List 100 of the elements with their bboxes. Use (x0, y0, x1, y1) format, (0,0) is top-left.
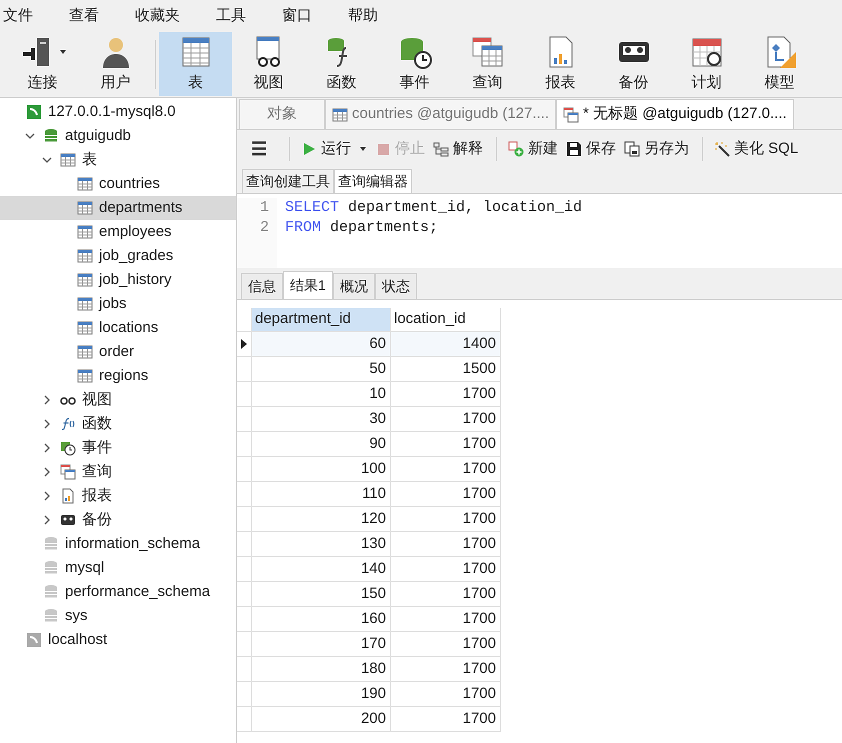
chevron-right-icon[interactable] (42, 419, 52, 429)
tree-item-label: performance_schema (65, 582, 210, 602)
toolbar-button[interactable]: 事件 (378, 32, 451, 96)
chevron-down-icon[interactable] (42, 155, 52, 165)
menu-item[interactable]: 收藏夹 (125, 4, 190, 28)
tree-item[interactable]: sys (0, 604, 236, 628)
row-header[interactable] (237, 332, 252, 357)
tree-item[interactable]: order (0, 340, 236, 364)
result-tab[interactable]: 概况 (332, 273, 375, 299)
tree-item[interactable]: localhost (0, 628, 236, 652)
code-line: SELECT department_id, location_id (285, 198, 582, 218)
tree-item[interactable]: 报表 (0, 484, 236, 508)
table-icon (77, 320, 93, 336)
tree-item-label: 视图 (82, 390, 112, 410)
document-tab[interactable]: 对象 (239, 99, 325, 129)
toolbar-button[interactable]: 另存为 (621, 138, 692, 160)
toolbar-button[interactable]: 视图 (232, 32, 305, 96)
caret-icon[interactable] (58, 48, 66, 55)
result-tab[interactable]: 信息 (241, 273, 283, 299)
chevron-down-icon[interactable] (25, 131, 35, 141)
chevron-right-icon[interactable] (42, 491, 52, 501)
tree-item[interactable]: 查询 (0, 460, 236, 484)
menu-item[interactable]: 查看 (59, 4, 109, 28)
chevron-right-icon[interactable] (42, 443, 52, 453)
toolbar-button[interactable]: 解释 (430, 138, 486, 160)
toolbar-button[interactable]: 计划 (670, 32, 743, 96)
table-cell: 100 (252, 457, 391, 482)
tree-item-label: 表 (82, 150, 97, 170)
tree-item[interactable]: 备份 (0, 508, 236, 532)
chevron-right-icon[interactable] (42, 395, 52, 405)
tree-item-label: order (99, 342, 134, 362)
table-cell: 1700 (391, 507, 501, 532)
tree-item[interactable]: countries (0, 172, 236, 196)
tree-item-label: localhost (48, 630, 108, 650)
result-tab[interactable]: 结果1 (283, 271, 333, 299)
table-icon (77, 248, 93, 264)
menu-item[interactable]: 帮助 (338, 4, 388, 28)
tree-item-label: locations (99, 318, 158, 338)
tree-item[interactable]: locations (0, 316, 236, 340)
tree-item[interactable]: 视图 (0, 388, 236, 412)
tree-item[interactable]: atguigudb (0, 124, 236, 148)
menu-button[interactable]: ☰ (237, 136, 281, 162)
document-tab[interactable]: * 无标题 @atguigudb (127.0.... (556, 99, 794, 129)
menu-item[interactable]: 文件 (0, 4, 43, 28)
table-icon (77, 344, 93, 360)
table-cell: 60 (252, 332, 391, 357)
tree-item[interactable]: 函数 (0, 412, 236, 436)
editor-tab[interactable]: 查询编辑器 (334, 169, 412, 193)
toolbar-button[interactable]: 连接 (6, 32, 79, 96)
save-as-icon (624, 141, 640, 157)
toolbar-button[interactable]: 模型 (743, 32, 816, 96)
tree-item-label: jobs (99, 294, 127, 314)
chevron-right-icon[interactable] (42, 467, 52, 477)
tree-item[interactable]: employees (0, 220, 236, 244)
toolbar-button[interactable]: 用户 (79, 32, 152, 96)
table-cell: 130 (252, 532, 391, 557)
toolbar-button[interactable]: 报表 (524, 32, 597, 96)
table-icon (77, 176, 93, 192)
toolbar-button[interactable]: 新建 (505, 138, 561, 160)
toolbar-button[interactable]: 美化 SQL (711, 138, 802, 160)
tree-item[interactable]: job_grades (0, 244, 236, 268)
tree-item[interactable]: performance_schema (0, 580, 236, 604)
chevron-right-icon[interactable] (42, 515, 52, 525)
editor-tab[interactable]: 查询创建工具 (242, 169, 334, 193)
tree-item[interactable]: 表 (0, 148, 236, 172)
menu-item[interactable]: 工具 (206, 4, 256, 28)
tree-item-label: 事件 (82, 438, 112, 458)
sql-editor[interactable]: 1 2 SELECT department_id, location_id FROM departments; (237, 194, 842, 268)
tree-item[interactable]: 事件 (0, 436, 236, 460)
table-icon (77, 272, 93, 288)
toolbar-button[interactable]: 保存 (563, 138, 619, 160)
toolbar-button[interactable]: 运行 (298, 138, 370, 160)
tree-item-label: information_schema (65, 534, 200, 554)
toolbar-button[interactable]: 备份 (597, 32, 670, 96)
result-tab[interactable]: 状态 (374, 273, 417, 299)
save-icon (566, 141, 582, 157)
function-icon (61, 418, 74, 430)
table-cell: 150 (252, 582, 391, 607)
column-header[interactable]: department_id (252, 308, 391, 332)
caret-icon[interactable] (359, 146, 367, 152)
toolbar-button[interactable]: 表 (159, 32, 232, 96)
tree-item[interactable]: job_history (0, 268, 236, 292)
tree-item-label: 函数 (82, 414, 112, 434)
tree-item[interactable]: 127.0.0.1-mysql8.0 (0, 100, 236, 124)
toolbar-button[interactable]: 函数 (305, 32, 378, 96)
document-tab[interactable]: countries @atguigudb (127.... (325, 99, 556, 129)
table-cell: 1500 (391, 357, 501, 382)
tree-item[interactable]: jobs (0, 292, 236, 316)
table-icon (77, 368, 93, 384)
toolbar-button[interactable]: 查询 (451, 32, 524, 96)
tree-item-label: job_grades (99, 246, 174, 266)
table-cell: 50 (252, 357, 391, 382)
tree-item-label: mysql (65, 558, 104, 578)
tree-item[interactable]: regions (0, 364, 236, 388)
column-header[interactable]: location_id (391, 308, 501, 332)
menu-item[interactable]: 窗口 (272, 4, 322, 28)
tree-item[interactable]: information_schema (0, 532, 236, 556)
tree-item-label: 备份 (82, 510, 112, 530)
tree-item[interactable]: mysql (0, 556, 236, 580)
tree-item[interactable]: departments (0, 196, 236, 220)
